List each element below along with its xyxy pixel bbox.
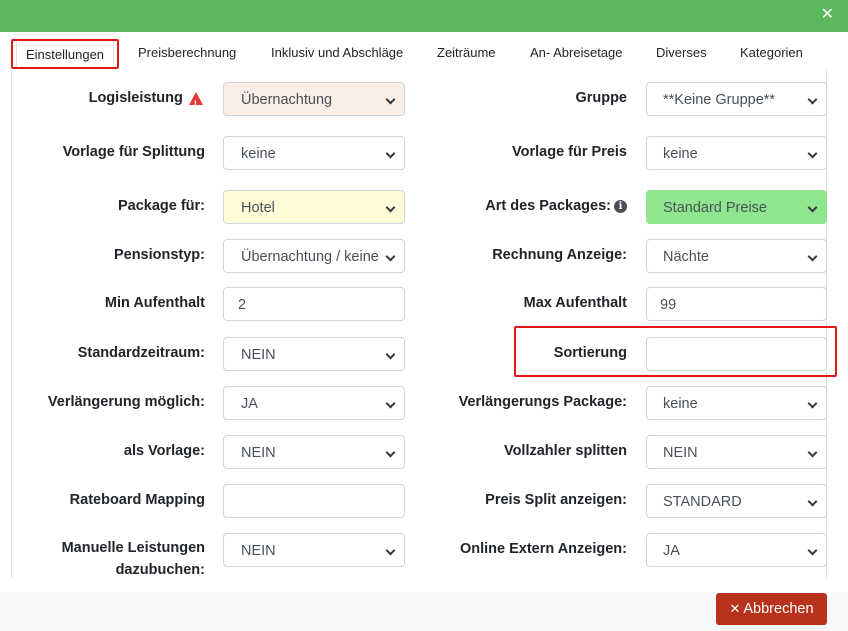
chevron-down-icon xyxy=(807,545,818,556)
chevron-down-icon xyxy=(807,398,818,409)
art-packages-select[interactable]: Standard Preise xyxy=(646,190,827,224)
close-icon[interactable]: ✕ xyxy=(821,5,834,23)
info-icon[interactable]: i xyxy=(614,200,627,213)
rateboard-mapping-label: Rateboard Mapping xyxy=(69,492,205,508)
max-aufenthalt-label: Max Aufenthalt xyxy=(523,295,627,311)
online-extern-anzeigen-label: Online Extern Anzeigen: xyxy=(459,541,627,557)
chevron-down-icon xyxy=(807,251,818,262)
pensionstyp-label: Pensionstyp: xyxy=(113,247,205,263)
manuelle-leistungen-label-line1: Manuelle Leistungen xyxy=(61,540,205,556)
tab-einstellungen[interactable]: Einstellungen xyxy=(16,39,114,69)
close-icon: ✕ xyxy=(729,602,741,617)
sortierung-label: Sortierung xyxy=(553,345,627,361)
tab-preisberechnung[interactable]: Preisberechnung xyxy=(138,45,236,60)
standardzeitraum-label: Standardzeitraum: xyxy=(77,345,205,361)
manuelle-leistungen-label-line2: dazubuchen: xyxy=(115,562,205,578)
tab-kategorien[interactable]: Kategorien xyxy=(740,45,803,60)
sortierung-input[interactable] xyxy=(646,337,827,371)
tab-inklusiv-und-abschlaege[interactable]: Inklusiv und Abschläge xyxy=(271,45,403,60)
tab-an-abreisetage[interactable]: An- Abreisetage xyxy=(530,45,623,60)
vollzahler-splitten-select[interactable]: NEIN xyxy=(646,435,827,469)
vorlage-preis-select[interactable]: keine xyxy=(646,136,827,170)
verlaengerung-moeglich-label: Verlängerung möglich: xyxy=(47,394,205,410)
vollzahler-splitten-label: Vollzahler splitten xyxy=(503,443,627,459)
tab-bar: Einstellungen Preisberechnung Inklusiv u… xyxy=(0,32,848,72)
rechnung-anzeige-select[interactable]: Nächte xyxy=(646,239,827,273)
preis-split-anzeigen-select[interactable]: STANDARD xyxy=(646,484,827,518)
vorlage-preis-label: Vorlage für Preis xyxy=(512,144,627,160)
chevron-down-icon xyxy=(807,447,818,458)
vorlage-splittung-label: Vorlage für Splittung xyxy=(62,144,205,160)
chevron-down-icon xyxy=(807,148,818,159)
manuelle-leistungen-label: Manuelle Leistungen dazubuchen: xyxy=(0,537,205,581)
min-aufenthalt-label: Min Aufenthalt xyxy=(104,295,205,311)
gruppe-label: Gruppe xyxy=(575,90,627,106)
verlaengerungs-package-select[interactable]: keine xyxy=(646,386,827,420)
als-vorlage-label: als Vorlage: xyxy=(123,443,205,459)
chevron-down-icon xyxy=(807,202,818,213)
tab-zeitraeume[interactable]: Zeiträume xyxy=(437,45,496,60)
chevron-down-icon xyxy=(807,94,818,105)
logisleistung-label: Logisleistung ! xyxy=(0,88,205,109)
online-extern-anzeigen-select[interactable]: JA xyxy=(646,533,827,567)
rechnung-anzeige-label: Rechnung Anzeige: xyxy=(492,247,627,263)
verlaengerungs-package-label: Verlängerungs Package: xyxy=(458,394,627,410)
cancel-button[interactable]: ✕ Abbrechen xyxy=(716,593,827,625)
gruppe-select[interactable]: **Keine Gruppe** xyxy=(646,82,827,116)
form-panel: Logisleistung ! Übernachtung Gruppe **Ke… xyxy=(11,70,827,578)
preis-split-anzeigen-label: Preis Split anzeigen: xyxy=(485,492,627,508)
chevron-down-icon xyxy=(807,496,818,507)
art-packages-label: Art des Packages: i xyxy=(267,196,627,216)
package-fuer-label: Package für: xyxy=(117,198,205,214)
modal-header: ✕ xyxy=(0,0,848,32)
tab-diverses[interactable]: Diverses xyxy=(656,45,707,60)
max-aufenthalt-input[interactable]: 99 xyxy=(646,287,827,321)
